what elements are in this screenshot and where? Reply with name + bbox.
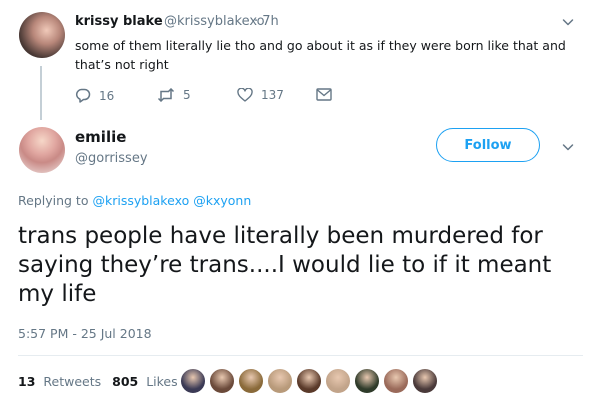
tweet-timestamp[interactable]: 5:57 PM - 25 Jul 2018 [18,326,152,341]
avatar[interactable] [296,368,322,394]
avatar[interactable] [383,368,409,394]
parent-tweet-time[interactable]: · 7h [254,14,279,29]
parent-author-handle[interactable]: @krissyblakexo [164,14,265,29]
reply-icon [76,88,91,103]
reply-count: 16 [99,88,115,103]
replying-to-line: Replying to @krissyblakexo @kxyonn [18,193,251,208]
reply-button[interactable]: 16 [75,88,114,103]
retweets-label: Retweets [43,374,102,389]
tweet-text: trans people have literally been murdere… [18,223,552,307]
follow-button[interactable]: Follow [436,128,540,162]
parent-author-name[interactable]: krissy blake [75,14,163,29]
envelope-icon [316,88,332,101]
author-handle[interactable]: @gorrissey [75,151,148,166]
avatar[interactable] [325,368,351,394]
chevron-down-icon[interactable] [562,141,574,153]
direct-message-button[interactable] [316,88,340,101]
like-count: 137 [261,88,284,102]
mention-link[interactable]: @kxyonn [193,193,251,208]
avatar[interactable] [180,368,206,394]
divider [18,355,583,356]
avatar[interactable] [354,368,380,394]
mention-link[interactable]: @krissyblakexo [92,193,189,208]
retweets-stat[interactable]: 13 Retweets [18,374,101,389]
avatar[interactable] [19,127,65,173]
avatar[interactable] [267,368,293,394]
likes-stat[interactable]: 805 Likes [112,374,178,389]
avatar[interactable] [19,12,65,58]
replying-to-label: Replying to [18,193,89,208]
likes-count: 805 [112,374,139,389]
parent-tweet-text: some of them literally lie tho and go ab… [75,38,566,72]
retweet-button[interactable]: 5 [157,88,191,102]
avatar[interactable] [412,368,438,394]
liker-avatars [180,368,441,394]
avatar[interactable] [209,368,235,394]
author-name[interactable]: emilie [75,128,126,146]
heart-icon [237,88,253,102]
retweets-count: 13 [18,374,36,389]
chevron-down-icon[interactable] [562,16,574,28]
thread-connector-line [40,66,42,120]
retweet-icon [157,88,175,102]
avatar[interactable] [238,368,264,394]
like-button[interactable]: 137 [237,88,284,102]
retweet-count: 5 [183,88,191,102]
likes-label: Likes [146,374,178,389]
engagement-stats: 13 Retweets 805 Likes [18,374,178,389]
